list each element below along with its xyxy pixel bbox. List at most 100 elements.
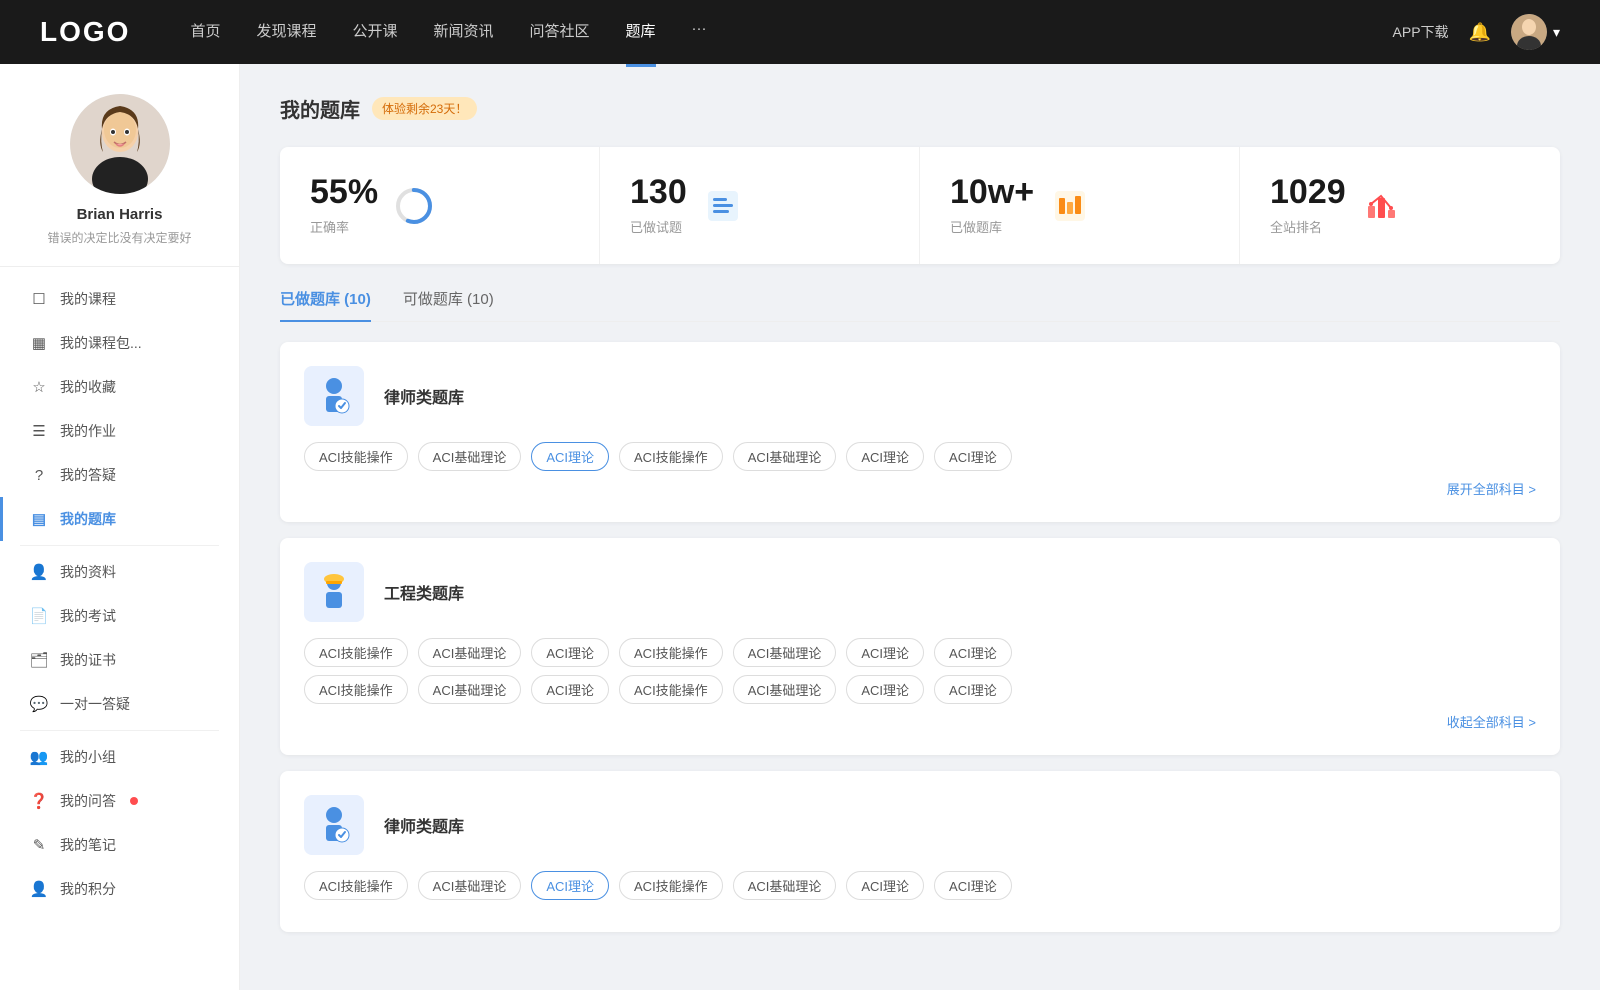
tag-2b-2[interactable]: ACI理论 bbox=[531, 675, 609, 704]
stat-accuracy: 55% 正确率 bbox=[280, 147, 600, 264]
page-header: 我的题库 体验剩余23天！ bbox=[280, 94, 1560, 123]
sidebar-item-exam[interactable]: 📄 我的考试 bbox=[0, 594, 239, 638]
bank-card-lawyer-1: 律师类题库 ACI技能操作 ACI基础理论 ACI理论 ACI技能操作 ACI基… bbox=[280, 342, 1560, 522]
stat-banks-label: 已做题库 bbox=[950, 217, 1034, 236]
collapse-button-2[interactable]: 收起全部科目 > bbox=[304, 712, 1536, 731]
sidebar-item-question-bank[interactable]: ▤ 我的题库 bbox=[0, 497, 239, 541]
accuracy-chart-icon bbox=[394, 186, 434, 226]
stat-accuracy-number: 55% bbox=[310, 175, 378, 209]
sidebar-item-tutor[interactable]: 💬 一对一答疑 bbox=[0, 682, 239, 726]
tag-3-1[interactable]: ACI基础理论 bbox=[418, 871, 522, 900]
group-icon: 👥 bbox=[30, 748, 48, 766]
engineer-bank-icon bbox=[304, 562, 364, 622]
nav-discover[interactable]: 发现课程 bbox=[256, 20, 316, 45]
tag-2b-0[interactable]: ACI技能操作 bbox=[304, 675, 408, 704]
navbar: LOGO 首页 发现课程 公开课 新闻资讯 问答社区 题库 ··· APP下载 … bbox=[0, 0, 1600, 64]
sidebar-item-homework[interactable]: ☰ 我的作业 bbox=[0, 409, 239, 453]
nav-home[interactable]: 首页 bbox=[190, 20, 220, 45]
question-bank-icon: ▤ bbox=[30, 510, 48, 528]
tag-2-0[interactable]: ACI技能操作 bbox=[304, 638, 408, 667]
bank-card-engineer: 工程类题库 ACI技能操作 ACI基础理论 ACI理论 ACI技能操作 ACI基… bbox=[280, 538, 1560, 755]
nav-open-course[interactable]: 公开课 bbox=[352, 20, 397, 45]
sidebar-item-my-qa[interactable]: ❓ 我的问答 bbox=[0, 779, 239, 823]
profile-name: Brian Harris bbox=[77, 206, 163, 223]
tag-2b-3[interactable]: ACI技能操作 bbox=[619, 675, 723, 704]
tag-1-0[interactable]: ACI技能操作 bbox=[304, 442, 408, 471]
points-icon: 👤 bbox=[30, 880, 48, 898]
tag-3-5[interactable]: ACI理论 bbox=[846, 871, 924, 900]
sidebar-item-group[interactable]: 👥 我的小组 bbox=[0, 735, 239, 779]
sidebar-item-notes[interactable]: ✎ 我的笔记 bbox=[0, 823, 239, 867]
profile-motto: 错误的决定比没有决定要好 bbox=[47, 229, 191, 246]
tag-2-2[interactable]: ACI理论 bbox=[531, 638, 609, 667]
tag-1-5[interactable]: ACI理论 bbox=[846, 442, 924, 471]
sidebar-item-favorites[interactable]: ☆ 我的收藏 bbox=[0, 365, 239, 409]
nav-question-bank[interactable]: 题库 bbox=[626, 20, 656, 45]
stat-accuracy-label: 正确率 bbox=[310, 217, 378, 236]
avatar bbox=[1511, 14, 1547, 50]
stat-ranking: 1029 全站排名 bbox=[1240, 147, 1560, 264]
tag-3-6[interactable]: ACI理论 bbox=[934, 871, 1012, 900]
lawyer-bank-icon-2 bbox=[304, 795, 364, 855]
tag-2b-4[interactable]: ACI基础理论 bbox=[733, 675, 837, 704]
trial-badge: 体验剩余23天！ bbox=[372, 97, 477, 120]
expand-button-1[interactable]: 展开全部科目 > bbox=[304, 479, 1536, 498]
bank-card-header-2: 工程类题库 bbox=[304, 562, 1536, 622]
tag-2-1[interactable]: ACI基础理论 bbox=[418, 638, 522, 667]
sidebar-item-qa[interactable]: ? 我的答疑 bbox=[0, 453, 239, 497]
tag-2b-6[interactable]: ACI理论 bbox=[934, 675, 1012, 704]
tab-done-banks[interactable]: 已做题库 (10) bbox=[280, 288, 371, 321]
profile-avatar bbox=[70, 94, 170, 194]
tag-3-0[interactable]: ACI技能操作 bbox=[304, 871, 408, 900]
navbar-right: APP下载 ▾ bbox=[1393, 14, 1560, 50]
tags-row-2a: ACI技能操作 ACI基础理论 ACI理论 ACI技能操作 ACI基础理论 AC… bbox=[304, 638, 1536, 667]
tag-1-1[interactable]: ACI基础理论 bbox=[418, 442, 522, 471]
tag-1-2[interactable]: ACI理论 bbox=[531, 442, 609, 471]
certificate-icon: 🗂 bbox=[30, 651, 48, 669]
favorites-icon: ☆ bbox=[30, 378, 48, 396]
sidebar-item-my-course[interactable]: ☐ 我的课程 bbox=[0, 277, 239, 321]
nav-dropdown-arrow[interactable]: ▾ bbox=[1553, 24, 1560, 41]
nav-news[interactable]: 新闻资讯 bbox=[434, 20, 494, 45]
bank-card-header-3: 律师类题库 bbox=[304, 795, 1536, 855]
bank-card-lawyer-2: 律师类题库 ACI技能操作 ACI基础理论 ACI理论 ACI技能操作 ACI基… bbox=[280, 771, 1560, 932]
stat-questions: 130 已做试题 bbox=[600, 147, 920, 264]
tag-1-6[interactable]: ACI理论 bbox=[934, 442, 1012, 471]
sidebar-item-points[interactable]: 👤 我的积分 bbox=[0, 867, 239, 911]
tags-row-1: ACI技能操作 ACI基础理论 ACI理论 ACI技能操作 ACI基础理论 AC… bbox=[304, 442, 1536, 471]
profile-section: Brian Harris 错误的决定比没有决定要好 bbox=[0, 94, 239, 267]
tag-2-6[interactable]: ACI理论 bbox=[934, 638, 1012, 667]
sidebar: Brian Harris 错误的决定比没有决定要好 ☐ 我的课程 ▦ 我的课程包… bbox=[0, 64, 240, 990]
tag-1-4[interactable]: ACI基础理论 bbox=[733, 442, 837, 471]
qa-dot-badge bbox=[130, 797, 138, 805]
tag-2-4[interactable]: ACI基础理论 bbox=[733, 638, 837, 667]
tags-row-2b: ACI技能操作 ACI基础理论 ACI理论 ACI技能操作 ACI基础理论 AC… bbox=[304, 675, 1536, 704]
tag-3-4[interactable]: ACI基础理论 bbox=[733, 871, 837, 900]
stat-banks: 10w+ 已做题库 bbox=[920, 147, 1240, 264]
tag-1-3[interactable]: ACI技能操作 bbox=[619, 442, 723, 471]
nav-qa[interactable]: 问答社区 bbox=[530, 20, 590, 45]
user-avatar-container[interactable]: ▾ bbox=[1511, 14, 1560, 50]
tags-row-3: ACI技能操作 ACI基础理论 ACI理论 ACI技能操作 ACI基础理论 AC… bbox=[304, 871, 1536, 900]
stats-grid: 55% 正确率 130 已做试题 bbox=[280, 147, 1560, 264]
tag-2b-1[interactable]: ACI基础理论 bbox=[418, 675, 522, 704]
bank-card-header-1: 律师类题库 bbox=[304, 366, 1536, 426]
tag-3-2[interactable]: ACI理论 bbox=[531, 871, 609, 900]
tag-2-3[interactable]: ACI技能操作 bbox=[619, 638, 723, 667]
app-download-button[interactable]: APP下载 bbox=[1393, 22, 1449, 42]
sidebar-divider-1 bbox=[20, 545, 219, 546]
sidebar-item-certificate[interactable]: 🗂 我的证书 bbox=[0, 638, 239, 682]
sidebar-item-course-package[interactable]: ▦ 我的课程包... bbox=[0, 321, 239, 365]
tag-3-3[interactable]: ACI技能操作 bbox=[619, 871, 723, 900]
nav-more[interactable]: ··· bbox=[692, 20, 707, 45]
notification-bell-icon[interactable] bbox=[1469, 22, 1491, 43]
sidebar-menu: ☐ 我的课程 ▦ 我的课程包... ☆ 我的收藏 ☰ 我的作业 ? 我的答疑 ▤… bbox=[0, 267, 239, 921]
my-qa-icon: ❓ bbox=[30, 792, 48, 810]
exam-icon: 📄 bbox=[30, 607, 48, 625]
sidebar-item-profile[interactable]: 👤 我的资料 bbox=[0, 550, 239, 594]
tag-2-5[interactable]: ACI理论 bbox=[846, 638, 924, 667]
stat-questions-number: 130 bbox=[630, 175, 687, 209]
tab-available-banks[interactable]: 可做题库 (10) bbox=[403, 288, 494, 321]
tag-2b-5[interactable]: ACI理论 bbox=[846, 675, 924, 704]
logo[interactable]: LOGO bbox=[40, 16, 130, 48]
